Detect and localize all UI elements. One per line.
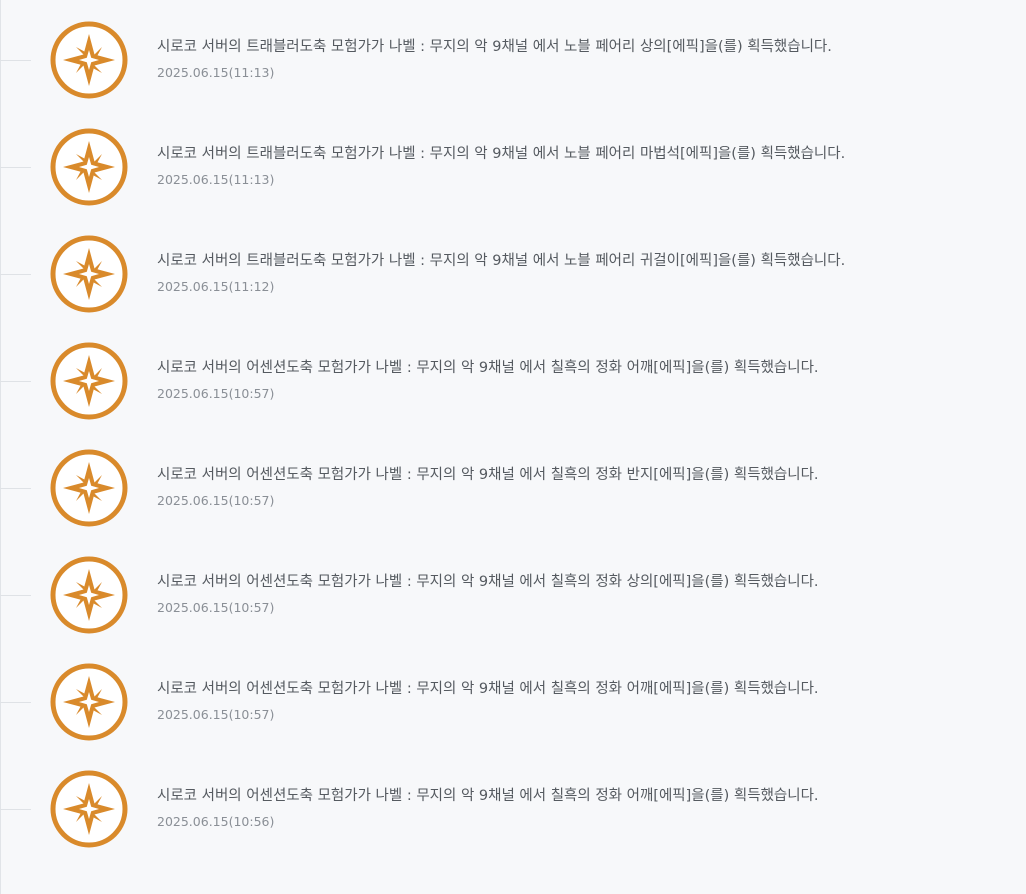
drop-message: 시로코 서버의 트래블러도축 모험가가 나벨 : 무지의 악 9채널 에서 노블…: [157, 39, 832, 55]
drop-message: 시로코 서버의 어센션도축 모험가가 나벨 : 무지의 악 9채널 에서 칠흑의…: [157, 788, 819, 804]
drop-message: 시로코 서버의 트래블러도축 모험가가 나벨 : 무지의 악 9채널 에서 노블…: [157, 253, 846, 269]
drop-timestamp: 2025.06.15(10:56): [157, 814, 275, 829]
timeline-tick: [0, 60, 31, 61]
drop-message: 시로코 서버의 어센션도축 모험가가 나벨 : 무지의 악 9채널 에서 칠흑의…: [157, 574, 819, 590]
timeline-tick: [0, 702, 31, 703]
timeline-tick: [0, 488, 31, 489]
list-item: 시로코 서버의 트래블러도축 모험가가 나벨 : 무지의 악 9채널 에서 노블…: [0, 214, 1026, 321]
list-item: 시로코 서버의 트래블러도축 모험가가 나벨 : 무지의 악 9채널 에서 노블…: [0, 107, 1026, 214]
drop-timestamp: 2025.06.15(10:57): [157, 493, 275, 508]
compass-star-icon: [50, 235, 128, 313]
drop-message: 시로코 서버의 트래블러도축 모험가가 나벨 : 무지의 악 9채널 에서 노블…: [157, 146, 846, 162]
list-item: 시로코 서버의 어센션도축 모험가가 나벨 : 무지의 악 9채널 에서 칠흑의…: [0, 535, 1026, 642]
list-item: 시로코 서버의 어센션도축 모험가가 나벨 : 무지의 악 9채널 에서 칠흑의…: [0, 749, 1026, 856]
drop-timestamp: 2025.06.15(11:13): [157, 65, 275, 80]
drop-message: 시로코 서버의 어센션도축 모험가가 나벨 : 무지의 악 9채널 에서 칠흑의…: [157, 681, 819, 697]
compass-star-icon: [50, 770, 128, 848]
drop-timestamp: 2025.06.15(11:12): [157, 279, 275, 294]
drop-message: 시로코 서버의 어센션도축 모험가가 나벨 : 무지의 악 9채널 에서 칠흑의…: [157, 360, 819, 376]
list-item: 시로코 서버의 어센션도축 모험가가 나벨 : 무지의 악 9채널 에서 칠흑의…: [0, 642, 1026, 749]
drop-timestamp: 2025.06.15(10:57): [157, 707, 275, 722]
compass-star-icon: [50, 128, 128, 206]
timeline-tick: [0, 809, 31, 810]
timeline-tick: [0, 274, 31, 275]
compass-star-icon: [50, 556, 128, 634]
compass-star-icon: [50, 342, 128, 420]
list-item: 시로코 서버의 어센션도축 모험가가 나벨 : 무지의 악 9채널 에서 칠흑의…: [0, 428, 1026, 535]
compass-star-icon: [50, 449, 128, 527]
list-item: 시로코 서버의 어센션도축 모험가가 나벨 : 무지의 악 9채널 에서 칠흑의…: [0, 321, 1026, 428]
compass-star-icon: [50, 663, 128, 741]
item-drop-feed: 시로코 서버의 트래블러도축 모험가가 나벨 : 무지의 악 9채널 에서 노블…: [0, 0, 1026, 894]
timeline-tick: [0, 381, 31, 382]
compass-star-icon: [50, 21, 128, 99]
list-item: 시로코 서버의 트래블러도축 모험가가 나벨 : 무지의 악 9채널 에서 노블…: [0, 0, 1026, 107]
drop-timestamp: 2025.06.15(11:13): [157, 172, 275, 187]
drop-message: 시로코 서버의 어센션도축 모험가가 나벨 : 무지의 악 9채널 에서 칠흑의…: [157, 467, 819, 483]
drop-timestamp: 2025.06.15(10:57): [157, 600, 275, 615]
drop-timestamp: 2025.06.15(10:57): [157, 386, 275, 401]
timeline-tick: [0, 595, 31, 596]
timeline-tick: [0, 167, 31, 168]
